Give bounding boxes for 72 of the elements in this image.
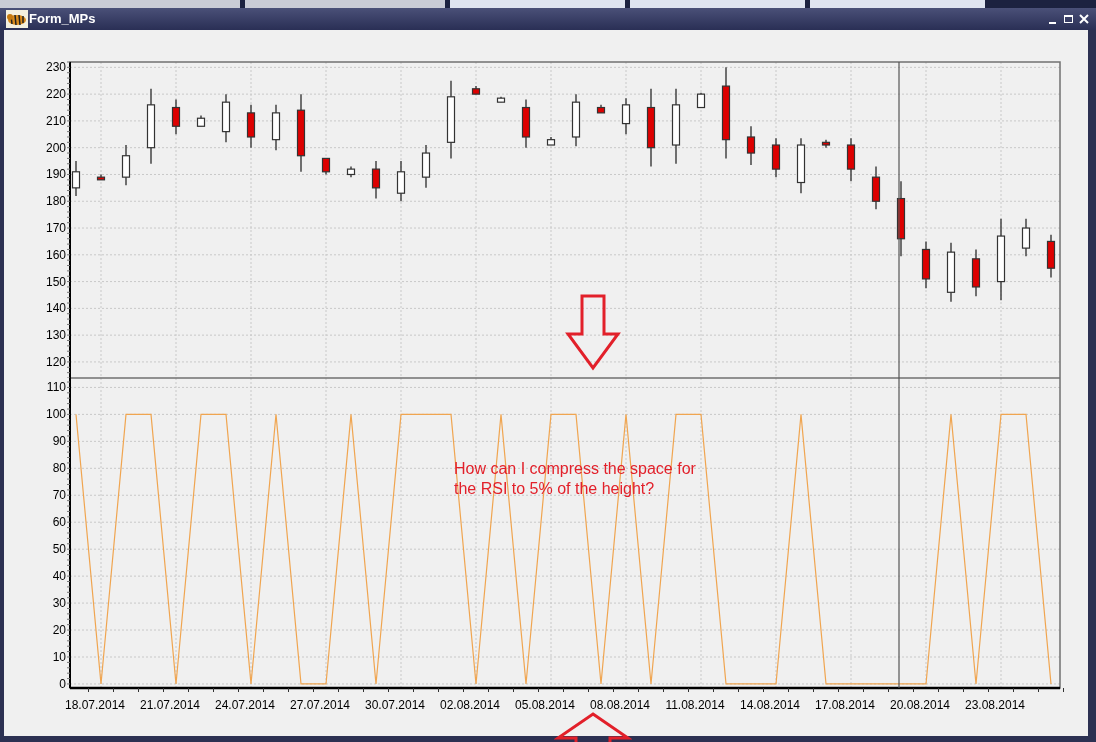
candlestick: [746, 125, 756, 166]
y-axis-label: 210: [45, 113, 66, 128]
x-axis-label: 17.08.2014: [814, 698, 876, 712]
y-axis-label: 10: [52, 650, 66, 664]
candlestick: [171, 98, 181, 136]
y-axis-label: 190: [45, 167, 66, 182]
x-axis-label: 21.07.2014: [139, 698, 201, 712]
y-axis-label: 130: [45, 328, 66, 343]
candlestick: [221, 93, 231, 144]
candlestick: [846, 137, 856, 182]
x-axis-label: 24.07.2014: [214, 698, 276, 712]
y-axis-label: 180: [45, 194, 66, 209]
candlestick: [196, 114, 206, 127]
candlestick: [921, 240, 931, 290]
window-title: Form_MPs: [29, 10, 96, 29]
candlestick: [496, 96, 506, 103]
y-axis-label: 0: [59, 676, 66, 691]
candlestick: [821, 138, 831, 149]
candlestick: [271, 104, 281, 152]
y-axis-label: 150: [45, 274, 66, 289]
note-text: How can I compress the space for the RSI to 5% of the height?: [454, 460, 696, 497]
y-axis-label: 80: [52, 461, 66, 476]
x-axis-label: 20.08.2014: [889, 698, 951, 712]
candlestick: [596, 104, 606, 114]
y-axis-label: 90: [52, 434, 66, 449]
candlestick: [96, 173, 106, 181]
candlestick: [571, 93, 581, 148]
candlestick: [71, 160, 81, 197]
candlestick: [621, 97, 631, 136]
y-axis-label: 70: [52, 488, 66, 503]
x-axis-label: 27.07.2014: [289, 698, 351, 712]
y-axis-label: 230: [45, 60, 66, 75]
x-axis-label: 30.07.2014: [364, 698, 426, 712]
y-axis-label: 120: [45, 354, 66, 369]
candlestick: [546, 136, 556, 146]
x-axis-label: 14.08.2014: [739, 698, 801, 712]
y-axis-label: 220: [45, 87, 66, 102]
x-axis-label: 23.08.2014: [964, 698, 1026, 712]
y-axis-label: 20: [52, 623, 66, 638]
candlestick: [971, 248, 981, 298]
candlestick: [321, 157, 331, 176]
candlestick: [1046, 234, 1056, 279]
candlestick: [121, 144, 131, 186]
candlestick: [246, 104, 256, 149]
x-axis-label: 11.08.2014: [665, 698, 725, 712]
candlestick: [371, 160, 381, 200]
y-axis-label: 60: [52, 515, 66, 530]
candlestick: [1021, 217, 1031, 257]
y-axis-label: 140: [45, 301, 66, 316]
candlestick: [771, 137, 781, 178]
candlestick: [871, 165, 881, 211]
candlestick: [421, 144, 431, 189]
candlestick: [346, 165, 356, 178]
x-axis-label: 18.07.2014: [64, 698, 126, 712]
candlestick: [946, 242, 956, 303]
x-axis-label: 05.08.2014: [514, 698, 576, 712]
candlestick: [796, 137, 806, 194]
candlestick: [696, 92, 706, 109]
app-icon: [6, 10, 28, 28]
y-axis-label: 200: [45, 140, 66, 155]
y-axis-label: 40: [52, 569, 66, 584]
y-axis-label: 110: [46, 380, 66, 395]
candlestick: [521, 98, 531, 149]
candlestick: [471, 85, 481, 95]
candlestick: [396, 160, 406, 202]
y-axis-label: 100: [45, 407, 66, 422]
y-axis-label: 170: [45, 221, 66, 236]
y-axis-label: 30: [52, 596, 66, 611]
y-axis-label: 160: [45, 247, 66, 262]
x-axis-label: 08.08.2014: [589, 698, 651, 712]
y-axis-label: 50: [52, 542, 66, 557]
x-axis-label: 02.08.2014: [439, 698, 501, 712]
